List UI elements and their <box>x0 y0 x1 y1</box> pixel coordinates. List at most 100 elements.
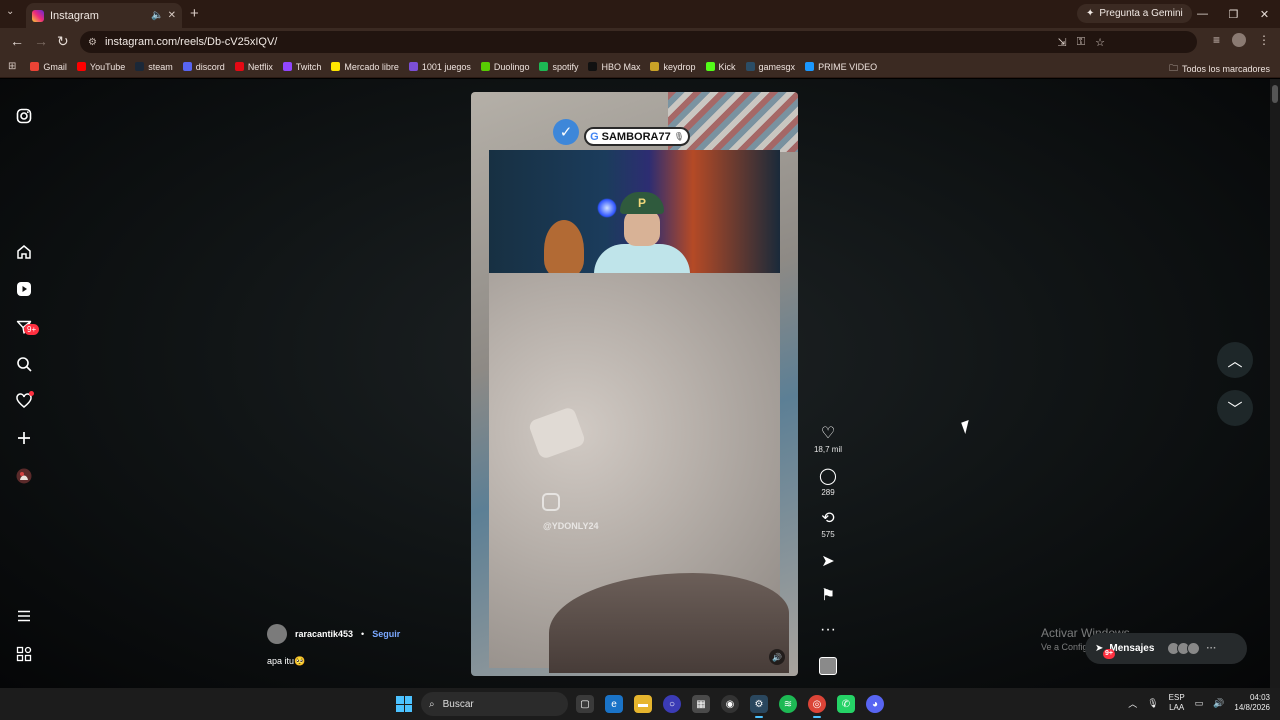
microphone-icon[interactable]: 🎙 <box>1147 698 1158 709</box>
reel-video[interactable]: ✓ G SAMBORA77 🎙 P @YDONLY24 🔊 <box>471 92 798 676</box>
speaker-icon[interactable]: 🔈 <box>151 10 163 21</box>
whatsapp-icon[interactable]: ✆ <box>837 695 855 713</box>
like-button[interactable]: ♡ 18,7 mil <box>812 425 844 454</box>
minimize-icon[interactable]: — <box>1187 0 1218 28</box>
bookmark-keydrop[interactable]: keydrop <box>650 62 696 72</box>
more-options-button[interactable]: ··· <box>812 621 844 639</box>
ellipsis-icon: ··· <box>820 621 836 638</box>
clock-time: 04:03 <box>1249 693 1270 702</box>
bookmark-favicon-icon <box>135 62 145 71</box>
direct-messages-icon[interactable]: 9+ <box>15 318 40 336</box>
windows-start-icon[interactable] <box>396 696 412 712</box>
bookmark-mercado-libre[interactable]: Mercado libre <box>331 62 399 72</box>
password-key-icon[interactable]: ⚿ <box>1077 36 1085 49</box>
bookmark-spotify[interactable]: spotify <box>539 62 578 72</box>
volume-icon[interactable]: 🔊 <box>1213 698 1224 709</box>
notifications-heart-icon[interactable] <box>15 391 34 410</box>
site-info-icon[interactable]: ⚙ <box>88 37 97 48</box>
repost-button[interactable]: ⟲ 575 <box>812 510 844 539</box>
bookmark-youtube[interactable]: YouTube <box>76 62 125 72</box>
page-scrollbar[interactable] <box>1270 79 1280 688</box>
bookmark-favicon-icon <box>234 62 244 71</box>
taskbar-search[interactable]: ⌕ Buscar <box>421 692 568 716</box>
forward-arrow-icon[interactable]: → <box>34 33 48 49</box>
tab-close-icon[interactable]: ✕ <box>168 10 176 21</box>
more-dots-icon: ··· <box>1206 643 1217 654</box>
profile-avatar[interactable] <box>15 467 33 485</box>
home-icon[interactable] <box>15 243 33 261</box>
apps-grid-icon[interactable]: ⊞ <box>8 61 16 72</box>
back-arrow-icon[interactable]: ← <box>10 33 24 49</box>
discord-icon[interactable]: ◕ <box>866 695 884 713</box>
cortana-icon[interactable]: ○ <box>663 695 681 713</box>
bookmark-gamesgx[interactable]: gamesgx <box>745 62 795 72</box>
address-bar[interactable]: ⚙ instagram.com/reels/Db-cV25xIQV/ ⇲ ⚿ ☆ <box>80 31 1197 53</box>
instagram-logo-icon[interactable] <box>15 107 33 125</box>
author-avatar[interactable] <box>267 624 287 644</box>
network-icon[interactable]: ▭ <box>1195 698 1204 709</box>
comment-button[interactable]: ◯ 289 <box>812 468 844 497</box>
follow-button[interactable]: Seguir <box>372 629 400 639</box>
close-icon[interactable]: ✕ <box>1249 0 1280 28</box>
more-apps-icon[interactable] <box>15 645 33 663</box>
kebab-menu-icon[interactable]: ⋮ <box>1258 33 1270 47</box>
volume-icon[interactable]: 🔊 <box>769 649 785 665</box>
file-explorer-icon[interactable]: ▬ <box>634 695 652 713</box>
all-bookmarks-button[interactable]: 🗀 Todos los marcadores <box>1169 61 1270 77</box>
scrollbar-thumb[interactable] <box>1272 85 1278 103</box>
bookmark-favicon-icon <box>282 62 292 71</box>
show-hidden-icons[interactable]: ︿ <box>1128 697 1137 710</box>
bookmark-steam[interactable]: steam <box>135 62 173 72</box>
restore-icon[interactable]: ❐ <box>1218 0 1249 28</box>
tab-instagram[interactable]: Instagram 🔈 ✕ <box>26 3 182 28</box>
bookmark-gmail[interactable]: Gmail <box>30 62 67 72</box>
install-app-icon[interactable]: ⇲ <box>1058 36 1067 49</box>
tab-search-chevron-icon[interactable]: ⌄ <box>6 6 14 17</box>
hamburger-menu-icon[interactable] <box>15 607 33 625</box>
search-icon: ⌕ <box>429 698 435 710</box>
steam-icon[interactable]: ⚙ <box>750 695 768 718</box>
google-g-icon: G <box>590 130 599 143</box>
new-tab-plus-icon[interactable]: + <box>190 5 199 22</box>
lang-bottom: LAA <box>1169 703 1185 712</box>
task-view-icon[interactable]: ▢ <box>576 695 594 713</box>
save-button[interactable]: ⚑ <box>812 587 844 605</box>
next-reel-button[interactable]: ﹀ <box>1217 390 1253 426</box>
bookmark-favicon-icon <box>76 62 86 71</box>
create-plus-icon[interactable] <box>15 429 33 447</box>
chrome-icon[interactable]: ◎ <box>808 695 826 718</box>
audio-thumbnail[interactable] <box>819 657 837 675</box>
edge-icon[interactable]: e <box>605 695 623 713</box>
bookmark-duolingo[interactable]: Duolingo <box>480 62 529 72</box>
bookmark-kick[interactable]: Kick <box>705 62 736 72</box>
bookmark-icon: ⚑ <box>820 587 836 604</box>
reels-icon[interactable] <box>15 280 33 298</box>
spotify-icon[interactable]: ≋ <box>779 695 797 713</box>
reload-icon[interactable]: ↻ <box>57 33 69 50</box>
bookmark-netflix[interactable]: Netflix <box>234 62 273 72</box>
bookmark-prime-video[interactable]: PRIME VIDEO <box>805 62 877 72</box>
language-indicator[interactable]: ESP LAA <box>1169 693 1185 713</box>
gemini-button[interactable]: ✦ Pregunta a Gemini <box>1077 4 1192 23</box>
bookmark-hbo-max[interactable]: HBO Max <box>588 62 640 72</box>
previous-reel-button[interactable]: ︿ <box>1217 342 1253 378</box>
share-button[interactable]: ➤ <box>812 553 844 571</box>
bookmark-twitch[interactable]: Twitch <box>282 62 321 72</box>
github-icon[interactable]: ◉ <box>721 695 739 713</box>
mic-icon: 🎙 <box>673 132 684 141</box>
messages-button[interactable]: ➤ 9+ Mensajes ··· <box>1085 633 1247 664</box>
streamer-webcam: P <box>489 150 780 273</box>
bookmark-1001-juegos[interactable]: 1001 juegos <box>408 62 471 72</box>
search-icon[interactable] <box>15 355 33 373</box>
profile-avatar-icon[interactable] <box>1232 33 1246 47</box>
bookmark-favicon-icon <box>182 62 192 71</box>
clock[interactable]: 04:03 14/8/2026 <box>1234 693 1270 713</box>
media-controls-icon[interactable]: ≡ <box>1213 33 1220 47</box>
store-icon[interactable]: ▦ <box>692 695 710 713</box>
bookmark-star-icon[interactable]: ☆ <box>1095 36 1105 49</box>
author-username[interactable]: raracantik453 <box>295 629 353 639</box>
comments-count: 289 <box>821 488 835 497</box>
reposts-count: 575 <box>821 530 835 539</box>
bookmark-discord[interactable]: discord <box>182 62 225 72</box>
url-text: instagram.com/reels/Db-cV25xIQV/ <box>104 36 278 48</box>
